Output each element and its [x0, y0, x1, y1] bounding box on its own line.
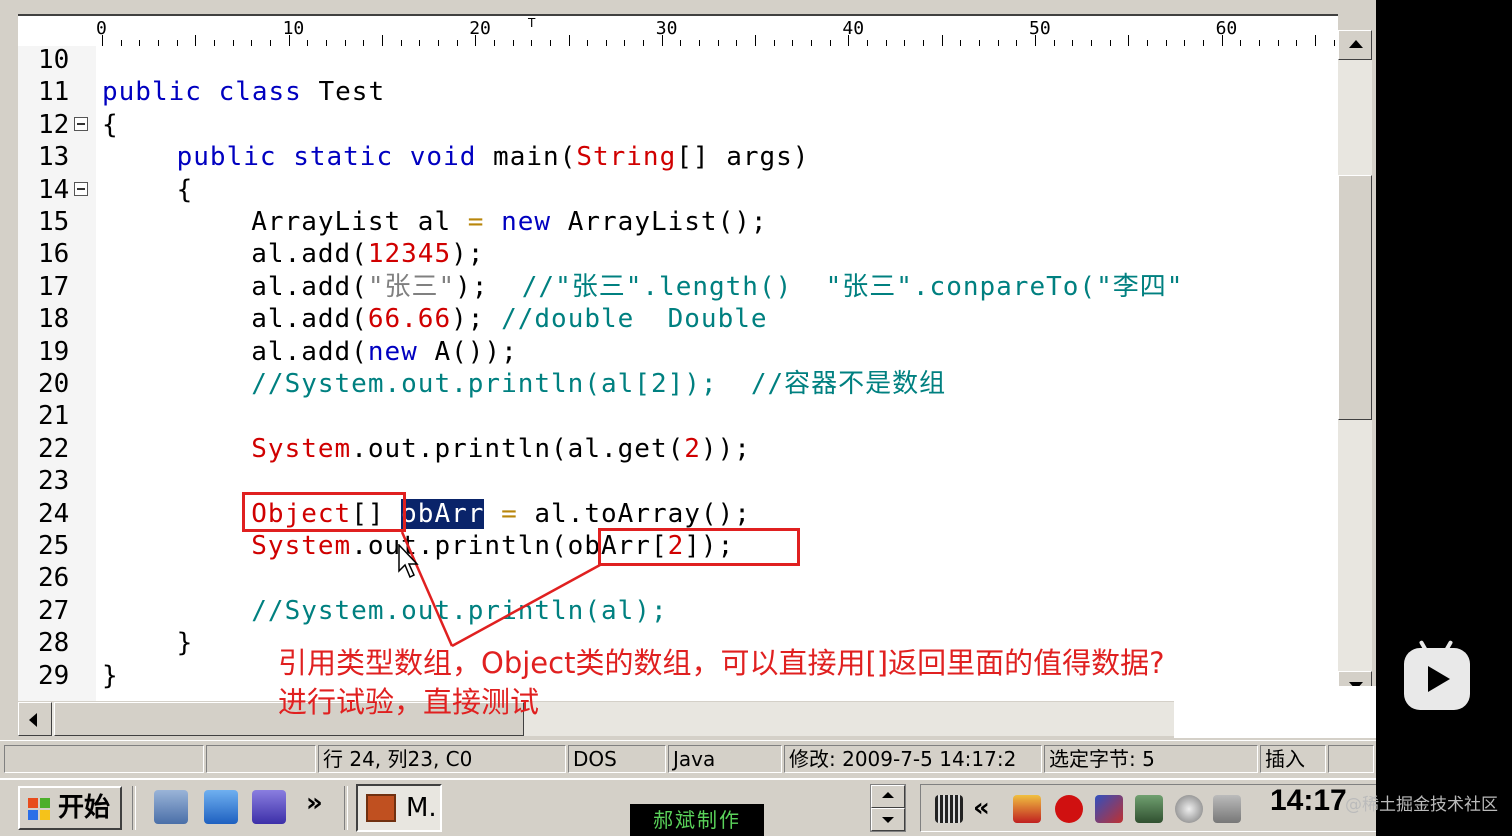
screen-recorder-icon[interactable]	[1213, 795, 1241, 823]
play-triangle-icon	[1428, 666, 1450, 692]
task-button-editor[interactable]: M.	[356, 784, 442, 832]
annotation-line-1: 引用类型数组，Object类的数组，可以直接用[]返回里面的值得数据?	[278, 646, 1165, 680]
watermark: @稀土掘金技术社区	[1345, 795, 1498, 815]
status-position: 行 24, 列23, C0	[318, 745, 566, 773]
start-button[interactable]: 开始	[18, 786, 122, 830]
windows-logo-icon	[28, 798, 50, 820]
status-blank-3	[1328, 745, 1374, 773]
internet-explorer-icon[interactable]	[204, 790, 238, 824]
status-line-ending: DOS	[568, 745, 666, 773]
keyboard-icon[interactable]	[935, 795, 963, 823]
mouse-pointer-icon	[398, 544, 419, 579]
status-bar: 行 24, 列23, C0 DOS Java 修改: 2009-7-5 14:1…	[0, 740, 1376, 777]
taskbar-clock: 14:17	[1270, 784, 1347, 817]
desktop-screen: T 0 10 20 30 40 50 60 10 11 public class Test 12{…	[0, 0, 1376, 836]
media-player-icon[interactable]	[252, 790, 286, 824]
status-modified: 修改: 2009-7-5 14:17:2	[784, 745, 1042, 773]
start-label: 开始	[58, 793, 111, 823]
taskbar-separator	[132, 786, 136, 830]
spinner-down-icon	[882, 817, 894, 823]
tray-expand-icon[interactable]: «	[973, 793, 990, 823]
status-blank	[4, 745, 204, 773]
status-blank-2	[206, 745, 316, 773]
annotation-line-2: 进行试验，直接测试	[278, 685, 540, 719]
video-side-strip	[1376, 0, 1512, 836]
editor-app-icon	[366, 794, 396, 822]
status-insert-mode: 插入	[1260, 745, 1326, 773]
spinner-down[interactable]	[871, 808, 905, 831]
taskbar-separator-2	[344, 786, 348, 830]
arrow-to-obarr	[451, 563, 601, 648]
task-button-label: M.	[406, 793, 437, 823]
annotation-arrows	[400, 531, 601, 648]
record-icon[interactable]	[1055, 795, 1083, 823]
spinner-up-icon	[882, 792, 894, 798]
usb-device-icon[interactable]	[1135, 795, 1163, 823]
status-language: Java	[668, 745, 782, 773]
network-alert-icon[interactable]	[1013, 795, 1041, 823]
disc-icon[interactable]	[1175, 795, 1203, 823]
quicklaunch-more-icon[interactable]: »	[306, 788, 323, 818]
status-selected-bytes: 选定字节: 5	[1044, 745, 1258, 773]
video-play-logo-icon[interactable]	[1404, 639, 1470, 710]
my-computer-icon[interactable]	[154, 790, 188, 824]
taskbar-spinner[interactable]	[870, 784, 906, 832]
spinner-up[interactable]	[871, 785, 905, 808]
network-disconnected-icon[interactable]	[1095, 795, 1123, 823]
video-credit-label: 郝斌制作	[630, 804, 764, 836]
